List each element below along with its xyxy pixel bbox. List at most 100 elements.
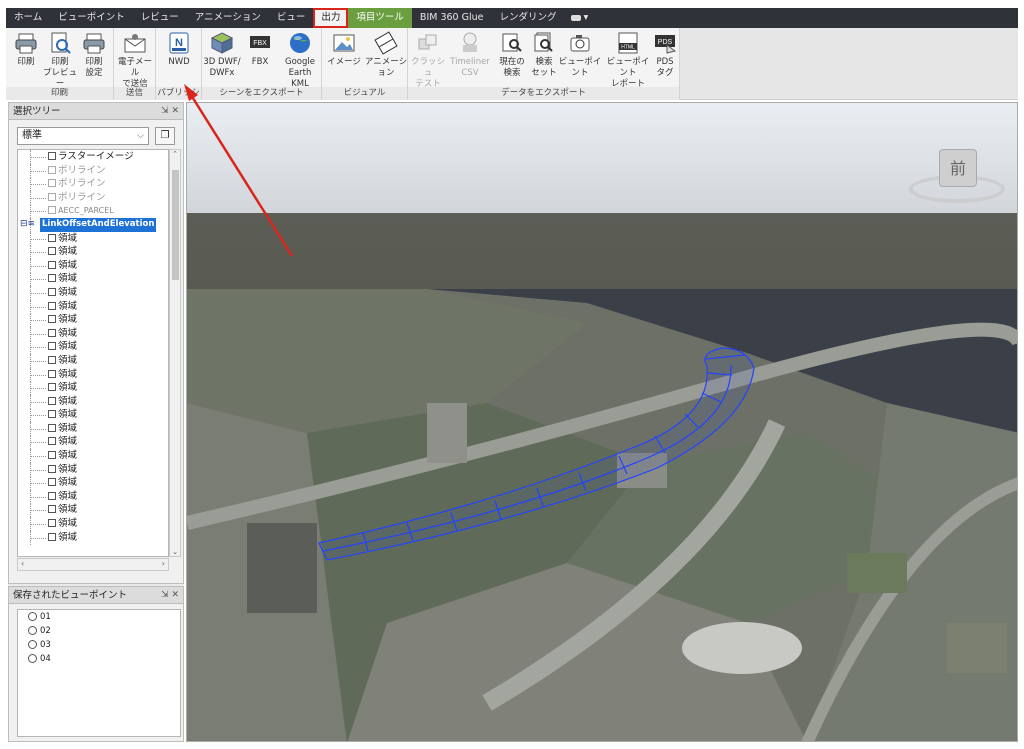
scene-render xyxy=(187,103,1017,741)
tree-item-text: 領域 xyxy=(48,517,77,531)
scroll-thumb[interactable] xyxy=(172,170,179,280)
tree-item-label: ラスターイメージ xyxy=(58,151,134,162)
tree-item[interactable]: 領域 xyxy=(18,449,168,464)
tree-horizontal-scrollbar[interactable]: ‹ › xyxy=(17,558,169,571)
image-icon xyxy=(333,34,355,52)
viewpoint-icon xyxy=(28,626,37,635)
nwd-button[interactable]: N NWD xyxy=(159,31,199,68)
timeliner-csv-button[interactable]: Timeliner CSV xyxy=(450,31,490,79)
tree-vertical-scrollbar[interactable]: ⌃ ⌄ xyxy=(169,149,181,557)
tab-3[interactable]: アニメーション xyxy=(187,8,269,28)
tree-item[interactable]: 領域 xyxy=(18,517,168,532)
tree-item[interactable]: AECC_PARCEL xyxy=(18,204,168,219)
animation-button[interactable]: アニメーション xyxy=(364,31,408,79)
fbx-button[interactable]: FBX FBX xyxy=(240,31,280,68)
tree-item[interactable]: 領域 xyxy=(18,272,168,287)
tree-item-text: AECC_PARCEL xyxy=(48,204,114,218)
pds-tag-icon: PDS xyxy=(655,35,677,54)
viewpoint-item[interactable]: 01 xyxy=(18,610,180,624)
tree-item[interactable]: 領域 xyxy=(18,489,168,504)
tree-item[interactable]: 領域 xyxy=(18,408,168,423)
tree-item-label: LinkOffsetAndElevation xyxy=(42,218,155,229)
tree-item-text: 領域 xyxy=(48,368,77,382)
search-set-icon xyxy=(534,32,553,52)
tree-item-label: 領域 xyxy=(58,382,78,394)
tree-item[interactable]: ポリライン xyxy=(18,177,168,192)
tree-item[interactable]: 領域 xyxy=(18,394,168,409)
dwf-button[interactable]: 3D DWF/ DWFx xyxy=(202,31,242,79)
scroll-right-icon[interactable]: › xyxy=(162,559,165,568)
animation-label: アニメーション xyxy=(364,57,408,78)
tab-0[interactable]: ホーム xyxy=(6,8,50,28)
tree-item[interactable]: 領域 xyxy=(18,313,168,328)
camera-dropdown-icon[interactable]: ▾ xyxy=(565,8,595,28)
tree-item[interactable]: 領域 xyxy=(18,258,168,273)
tab-7[interactable]: BIM 360 Glue xyxy=(412,8,492,28)
viewpoint-item[interactable]: 04 xyxy=(18,652,180,666)
tree-item[interactable]: 領域 xyxy=(18,530,168,545)
print-setup-button[interactable]: 印刷 設定 xyxy=(74,31,114,79)
object-icon xyxy=(48,328,56,337)
image-button[interactable]: イメージ xyxy=(324,31,364,68)
tab-5[interactable]: 出力 xyxy=(313,8,349,28)
object-icon xyxy=(48,274,56,283)
tree-item[interactable]: 領域 xyxy=(18,245,168,260)
tree-item[interactable]: ラスターイメージ xyxy=(18,150,168,164)
tree-item-text: 領域 xyxy=(48,476,77,490)
google-earth-kml-button[interactable]: Google Earth KML xyxy=(280,31,320,90)
tree-item[interactable]: 領域 xyxy=(18,326,168,341)
search-icon xyxy=(502,33,522,52)
tree-item[interactable]: 領域 xyxy=(18,367,168,382)
tree-item[interactable]: 領域 xyxy=(18,299,168,314)
tree-item[interactable]: 領域 xyxy=(18,503,168,518)
tree-item[interactable]: 領域 xyxy=(18,340,168,355)
tab-6[interactable]: 項目ツール xyxy=(348,8,412,28)
scroll-left-icon[interactable]: ‹ xyxy=(21,559,24,568)
panel-pin-close-icon[interactable]: ⇲ ✕ xyxy=(161,103,179,120)
copy-tree-icon[interactable]: ❐ xyxy=(155,127,175,145)
tree-item[interactable]: 領域 xyxy=(18,435,168,450)
tree-item-text: 領域 xyxy=(48,449,77,463)
tree-item[interactable]: ポリライン xyxy=(18,190,168,205)
panel-pin-close-icon[interactable]: ⇲ ✕ xyxy=(161,587,179,604)
viewpoint-button[interactable]: ビューポイント xyxy=(558,31,602,79)
viewpoint-report-button[interactable]: HTML ビューポイント レポート xyxy=(604,31,652,90)
tree-item-label: 領域 xyxy=(58,395,78,407)
viewpoint-item[interactable]: 03 xyxy=(18,638,180,652)
object-icon xyxy=(48,179,56,188)
tree-item[interactable]: 領域 xyxy=(18,476,168,491)
viewcube[interactable]: 前 xyxy=(939,149,977,187)
object-icon xyxy=(48,165,56,174)
tree-item-selected[interactable]: ⊟≋ LinkOffsetAndElevation xyxy=(18,217,168,232)
export-scene-group: 3D DWF/ DWFx FBX FBX Google Earth KML シー… xyxy=(202,28,322,100)
tree-item[interactable]: 領域 xyxy=(18,421,168,436)
tree-mode-select[interactable]: 標準 ⌵ xyxy=(17,127,149,145)
tree-item-text: 領域 xyxy=(48,381,77,395)
tree-item[interactable]: 領域 xyxy=(18,353,168,368)
3d-viewport[interactable]: 前 xyxy=(186,102,1018,742)
scroll-down-icon[interactable]: ⌄ xyxy=(170,548,180,556)
selection-tree-header: 選択ツリー ⇲ ✕ xyxy=(9,103,183,120)
tab-8[interactable]: レンダリング xyxy=(491,8,564,28)
pds-tag-button[interactable]: PDS PDS タグ xyxy=(652,31,678,79)
object-icon xyxy=(48,451,56,460)
tree-item-text: 領域 xyxy=(48,313,77,327)
tree-item[interactable]: 領域 xyxy=(18,381,168,396)
tree-item[interactable]: 領域 xyxy=(18,231,168,246)
tab-4[interactable]: ビュー xyxy=(269,8,314,28)
tree-item[interactable]: ポリライン xyxy=(18,163,168,178)
object-icon xyxy=(48,206,56,215)
publish-group: N NWD パブリッシュ xyxy=(156,28,202,111)
tab-2[interactable]: レビュー xyxy=(133,8,187,28)
tab-1[interactable]: ビューポイント xyxy=(50,8,133,28)
collapse-layer-icon[interactable]: ⊟≋ xyxy=(20,218,35,232)
viewpoint-label: 02 xyxy=(40,626,51,636)
svg-text:PDS: PDS xyxy=(658,39,673,46)
viewpoint-item[interactable]: 02 xyxy=(18,624,180,638)
tree-item[interactable]: 領域 xyxy=(18,285,168,300)
clash-test-button[interactable]: クラッシュ テスト xyxy=(408,31,448,90)
tree-item[interactable]: 領域 xyxy=(18,462,168,477)
email-button[interactable]: 電子メール で送信 xyxy=(115,31,155,90)
scroll-up-icon[interactable]: ⌃ xyxy=(170,150,180,158)
tree-item-text: 領域 xyxy=(48,463,77,477)
